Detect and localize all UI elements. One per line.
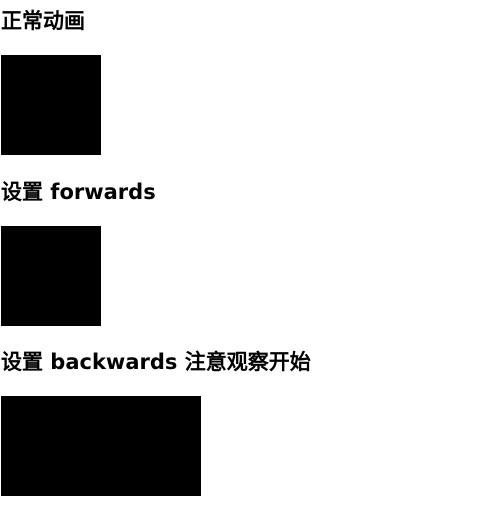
section-title-normal-animation: 正常动画 bbox=[1, 9, 85, 33]
section-title-forwards: 设置 forwards bbox=[1, 180, 156, 204]
animated-box-forwards bbox=[1, 226, 101, 326]
animated-box-normal bbox=[1, 55, 101, 155]
section-title-backwards: 设置 backwards 注意观察开始 bbox=[1, 350, 311, 374]
animated-box-backwards bbox=[1, 396, 201, 496]
